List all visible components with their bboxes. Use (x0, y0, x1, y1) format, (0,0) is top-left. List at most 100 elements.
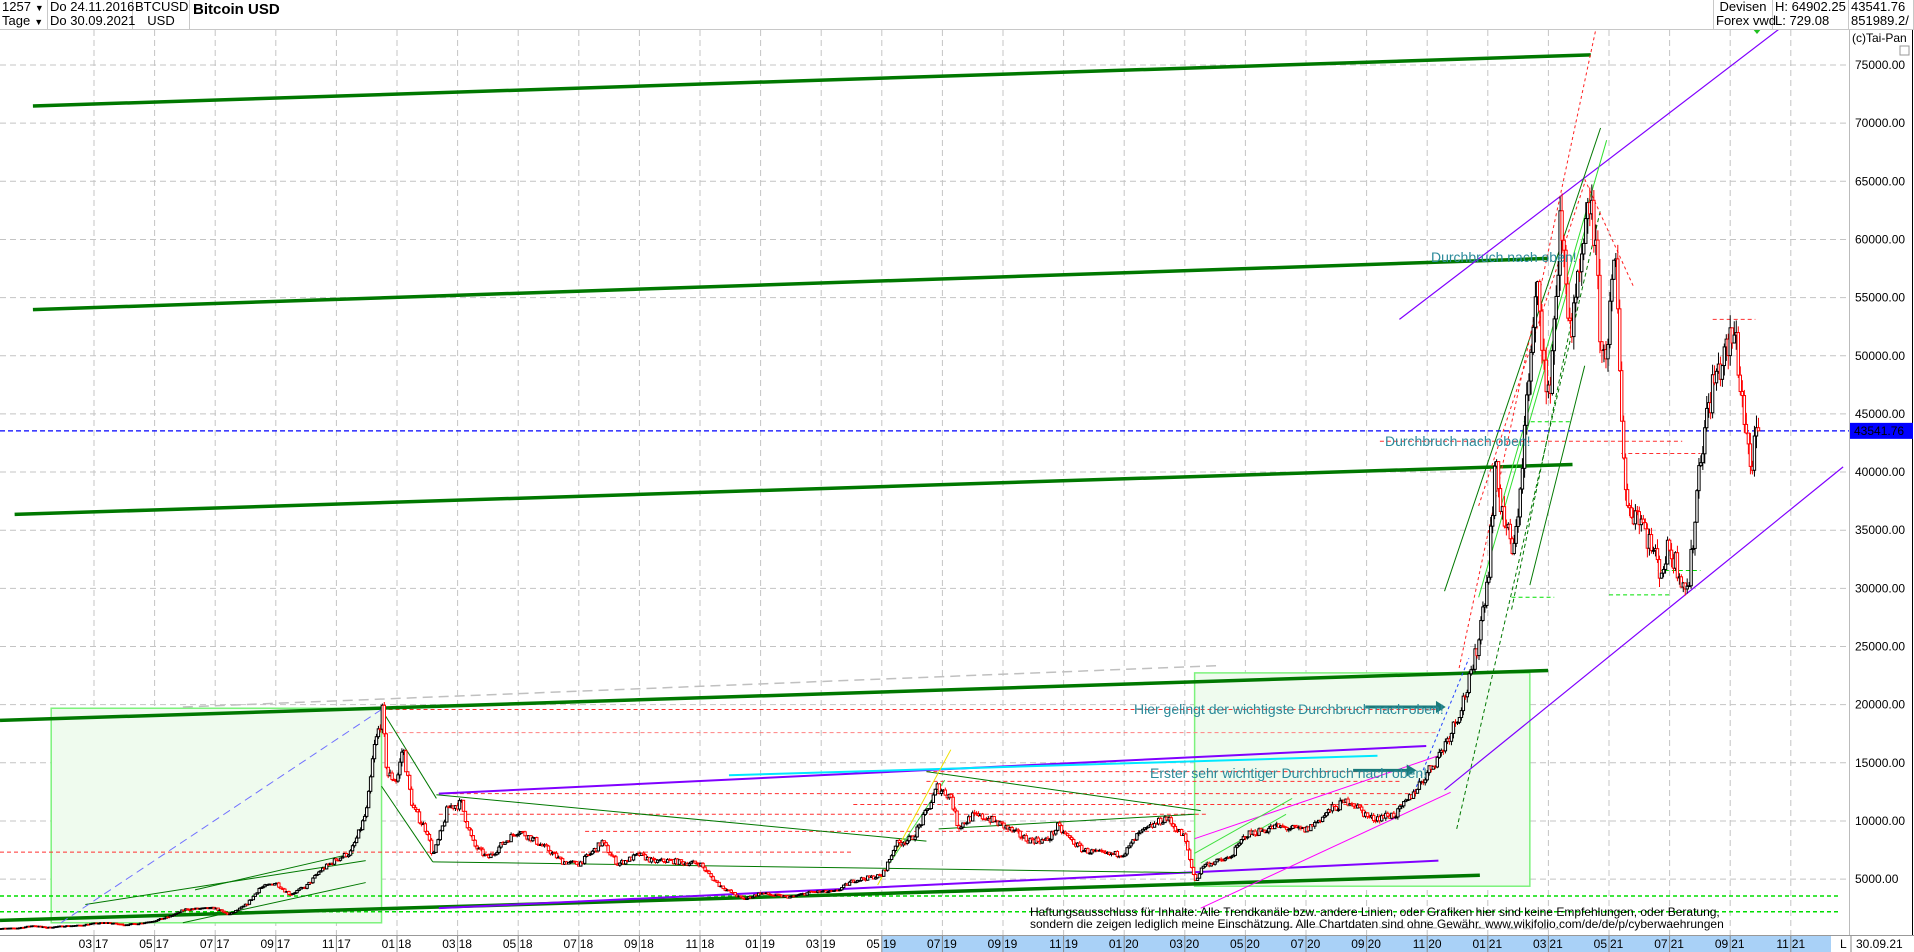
candle-down (1649, 534, 1654, 552)
candle-up (1580, 253, 1584, 273)
candle-down (1173, 825, 1178, 832)
candle-up (365, 807, 369, 817)
candle-down (523, 831, 527, 837)
x-tick-year: 18 (640, 937, 654, 951)
candle-up (1451, 721, 1456, 734)
last-value: 43541.76 (1851, 0, 1906, 14)
candle-up (398, 761, 402, 776)
volume-value: 851989.2/ (1851, 13, 1909, 28)
candle-up (1531, 326, 1535, 353)
candle-up (1435, 756, 1439, 768)
dropdown-arrow-icon[interactable]: ▼ (35, 1, 44, 15)
x-tick-year: 21 (1671, 937, 1685, 951)
candle-up (440, 825, 445, 832)
candle-up (1606, 343, 1610, 360)
candle-down (473, 839, 477, 847)
candle-down (277, 882, 281, 888)
candle-up (1490, 515, 1495, 527)
scale-mode-toggle[interactable]: L (1840, 937, 1847, 951)
candle-down (546, 845, 551, 852)
candle-up (1722, 346, 1727, 367)
x-tick-year: 20 (1307, 937, 1321, 951)
candle-up (360, 820, 365, 831)
candle-up (1697, 465, 1701, 492)
candle-down (1540, 310, 1544, 351)
candle-down (427, 833, 432, 841)
candle-up (354, 837, 359, 844)
chart-header: 1257 ▼ Tage ▼ Do 24.11.2016 Do 30.09.2021 … (0, 0, 1914, 30)
candle-up (1489, 525, 1493, 578)
x-tick-year: 18 (459, 937, 473, 951)
y-tick-label: 35000.00 (1855, 523, 1905, 537)
candle-up (370, 758, 375, 778)
candle-up (1582, 242, 1586, 255)
x-tick-year: 19 (943, 937, 957, 951)
candle-up (1693, 521, 1697, 549)
candle-down (417, 811, 422, 824)
candle-up (1518, 488, 1522, 518)
candle-up (442, 821, 447, 827)
candle-up (933, 788, 938, 796)
candle-down (980, 813, 985, 820)
candle-up (1572, 302, 1576, 338)
dropdown-arrow-icon[interactable]: ▼ (34, 15, 43, 29)
date-to: Do 30.09.2021 (50, 13, 136, 28)
candle-up (1720, 365, 1725, 380)
range-selector[interactable]: 1257 ▼ Tage ▼ (0, 0, 48, 29)
candle-down (1371, 814, 1376, 822)
x-tick-month: 05 (1594, 937, 1608, 951)
candle-up (1197, 873, 1202, 879)
candle-up (1233, 846, 1237, 856)
price-chart[interactable]: Durchbruch nach oben! Durchbruch nach ob… (0, 0, 1914, 952)
candle-down (535, 837, 539, 845)
y-tick-label: 60000.00 (1855, 232, 1905, 246)
x-tick-month: 09 (1715, 937, 1729, 951)
x-tick-month: 03 (806, 937, 820, 951)
x-tick-month: 01 (382, 937, 396, 951)
x-tick-year: 21 (1610, 937, 1624, 951)
candle-up (1492, 465, 1497, 517)
candle-down (1641, 518, 1646, 524)
candle-down (1620, 370, 1624, 422)
x-tick-year: 18 (580, 937, 594, 951)
candle-down (463, 810, 468, 823)
candle-up (1714, 370, 1719, 384)
trend-line (1444, 127, 1602, 592)
high-value: H: 64902.25 (1775, 0, 1846, 14)
candle-down (711, 876, 715, 881)
candle-down (1592, 199, 1596, 246)
x-tick-month: 11 (686, 937, 699, 951)
x-tick-year: 17 (95, 937, 109, 951)
candle-up (1479, 619, 1483, 641)
y-tick-label: 30000.00 (1855, 581, 1905, 595)
candle-down (1618, 308, 1622, 372)
x-tick-year: 18 (701, 937, 715, 951)
candle-down (1496, 461, 1501, 490)
candle-up (1550, 350, 1555, 394)
last-price-label: 43541.76 (1854, 424, 1904, 438)
consolidation-box (50, 707, 383, 924)
x-tick-year: 19 (1065, 937, 1079, 951)
x-tick-month: 05 (1230, 937, 1244, 951)
candle-up (1556, 274, 1560, 297)
y-tick-label: 20000.00 (1855, 698, 1905, 712)
candle-down (1191, 866, 1196, 876)
candle-down (1643, 522, 1648, 530)
x-tick-year: 19 (822, 937, 836, 951)
candle-up (251, 895, 256, 901)
candle-up (1514, 525, 1518, 544)
trend-line (432, 861, 1195, 874)
x-tick-month: 07 (1654, 937, 1668, 951)
candle-down (1566, 283, 1570, 319)
candle-up (1533, 296, 1538, 328)
candle-down (1616, 258, 1620, 310)
candle-up (348, 850, 353, 856)
candle-up (1239, 839, 1244, 844)
candle-up (497, 846, 501, 853)
candle-up (1576, 270, 1580, 298)
candle-up (1703, 427, 1707, 455)
candle-up (438, 830, 442, 841)
y-tick-label: 50000.00 (1855, 349, 1905, 363)
x-tick-month: 01 (1109, 937, 1123, 951)
x-tick-year: 20 (1125, 937, 1139, 951)
